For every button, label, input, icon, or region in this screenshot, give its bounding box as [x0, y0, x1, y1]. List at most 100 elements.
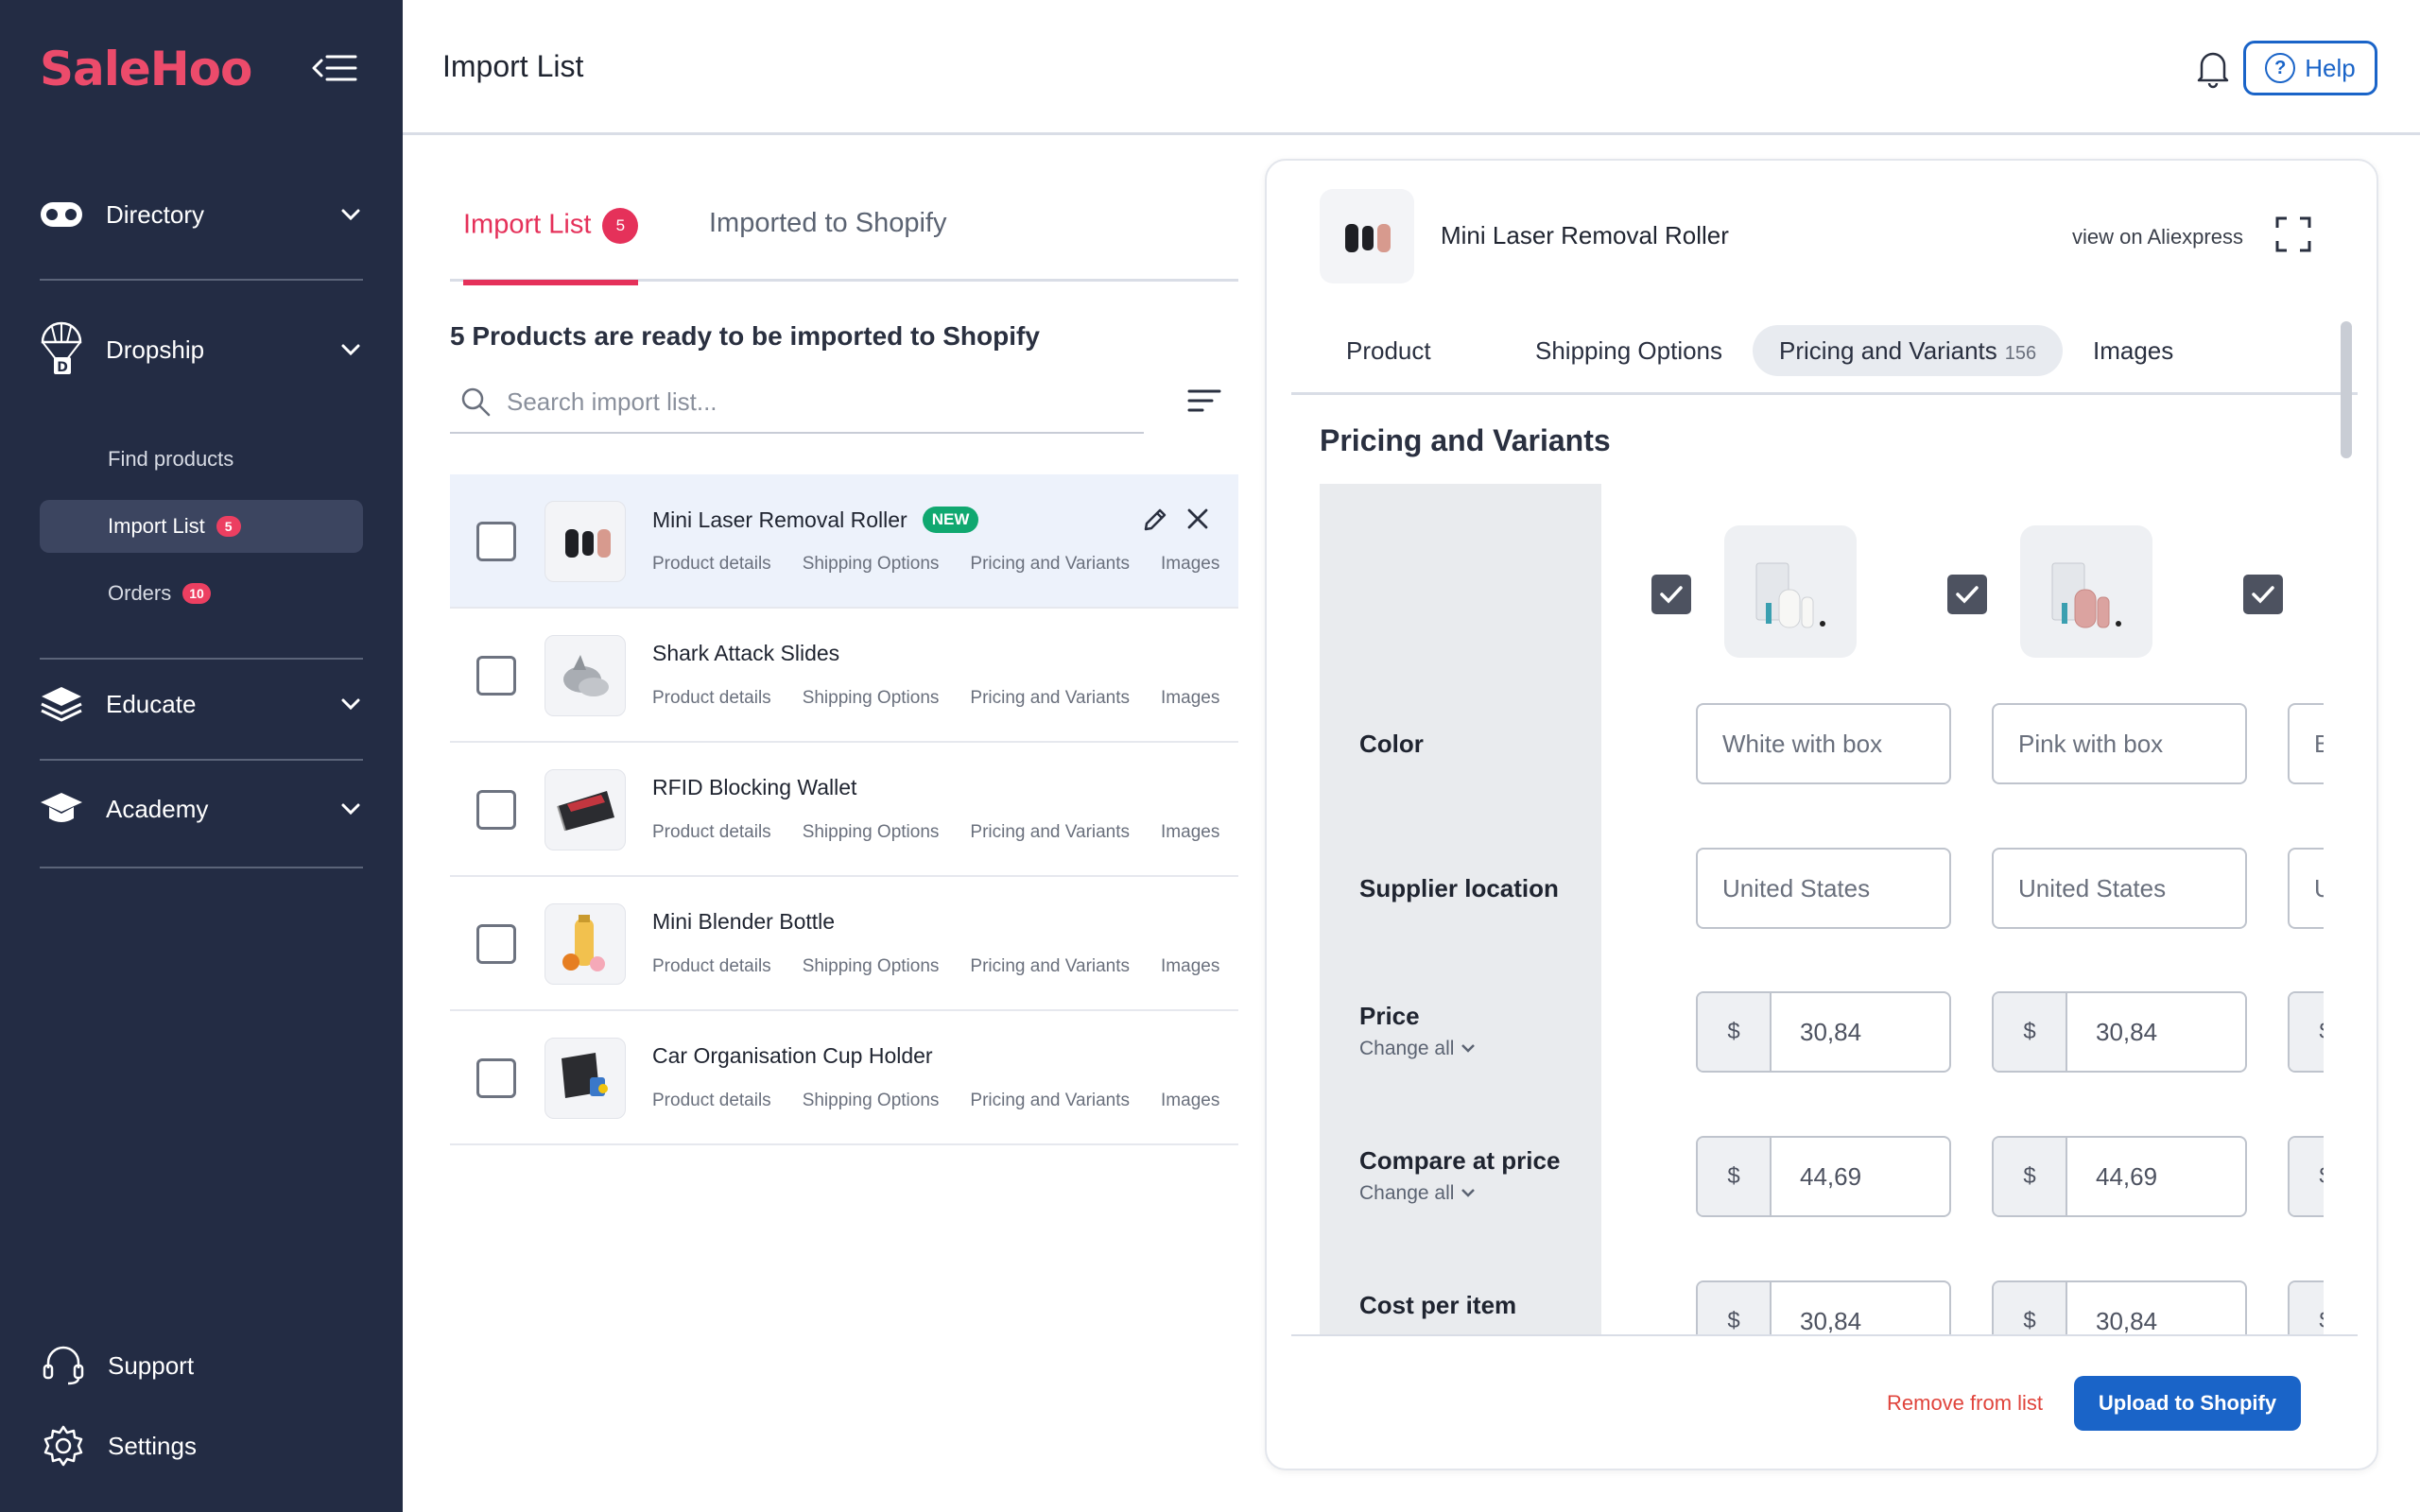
- check-icon: [1660, 586, 1683, 604]
- link-product-details[interactable]: Product details: [652, 822, 771, 843]
- variant-compare-price-input[interactable]: $44,69: [1992, 1136, 2247, 1217]
- link-shipping-options[interactable]: Shipping Options: [803, 956, 940, 977]
- variant-price-input[interactable]: $: [2288, 991, 2324, 1073]
- list-item[interactable]: RFID Blocking Wallet Product details Shi…: [450, 743, 1238, 877]
- sidebar-item-orders[interactable]: Orders 10: [40, 567, 363, 620]
- link-pricing-variants[interactable]: Pricing and Variants: [970, 688, 1130, 709]
- change-all-text: Change all: [1359, 1038, 1455, 1059]
- sidebar-item-label: Import List: [108, 514, 205, 538]
- product-thumbnail: [544, 903, 626, 985]
- row-checkbox[interactable]: [476, 656, 516, 696]
- list-item[interactable]: Shark Attack Slides Product details Ship…: [450, 609, 1238, 743]
- row-checkbox[interactable]: [476, 522, 516, 561]
- tab-product[interactable]: Product: [1320, 325, 1458, 376]
- label-price: Price: [1359, 1002, 1420, 1030]
- tab-pricing-and-variants[interactable]: Pricing and Variants 156: [1753, 325, 2064, 376]
- variant-cost-input[interactable]: $30,84: [1696, 1280, 1951, 1334]
- link-images[interactable]: Images: [1161, 822, 1219, 843]
- view-on-aliexpress-link[interactable]: view on Aliexpress: [2072, 225, 2243, 249]
- upload-to-shopify-button[interactable]: Upload to Shopify: [2074, 1376, 2301, 1431]
- link-pricing-variants[interactable]: Pricing and Variants: [970, 554, 1130, 575]
- variant-location-input[interactable]: United States: [1696, 848, 1951, 929]
- variant-compare-price-input[interactable]: $: [2288, 1136, 2324, 1217]
- salehoo-logo[interactable]: SaleHoo: [40, 42, 252, 96]
- list-item[interactable]: Mini Blender Bottle Product details Ship…: [450, 877, 1238, 1011]
- tab-shipping-options[interactable]: Shipping Options: [1509, 325, 1749, 376]
- help-button[interactable]: ? Help: [2243, 41, 2377, 95]
- link-pricing-variants[interactable]: Pricing and Variants: [970, 956, 1130, 977]
- tab-imported-to-shopify[interactable]: Imported to Shopify: [709, 208, 946, 275]
- product-links: Product details Shipping Options Pricing…: [652, 822, 1219, 843]
- sort-icon[interactable]: [1187, 387, 1221, 414]
- variant-checkbox[interactable]: [1947, 575, 1987, 614]
- row-checkbox[interactable]: [476, 790, 516, 830]
- collapse-menu-icon[interactable]: [312, 49, 359, 87]
- nav-academy[interactable]: Academy: [40, 781, 363, 837]
- variant-checkbox[interactable]: [2243, 575, 2283, 614]
- variant-price-input[interactable]: $30,84: [1696, 991, 1951, 1073]
- list-item[interactable]: Mini Laser Removal Roller NEW Product det…: [450, 474, 1238, 609]
- page-title: Import List: [442, 49, 584, 83]
- variant-color-input[interactable]: Pink with box: [1992, 703, 2247, 784]
- link-shipping-options[interactable]: Shipping Options: [803, 1091, 940, 1111]
- variant-location-input[interactable]: United States: [1992, 848, 2247, 929]
- link-product-details[interactable]: Product details: [652, 956, 771, 977]
- bell-icon[interactable]: [2194, 47, 2232, 89]
- link-pricing-variants[interactable]: Pricing and Variants: [970, 822, 1130, 843]
- change-all-price-dropdown[interactable]: Change all: [1359, 1038, 1477, 1060]
- product-name[interactable]: Shark Attack Slides: [652, 641, 839, 666]
- variant-cost-input[interactable]: $30,84: [1992, 1280, 2247, 1334]
- link-product-details[interactable]: Product details: [652, 554, 771, 575]
- nav-educate[interactable]: Educate: [40, 676, 363, 732]
- row-checkbox[interactable]: [476, 1058, 516, 1098]
- link-shipping-options[interactable]: Shipping Options: [803, 554, 940, 575]
- nav-directory[interactable]: Directory: [40, 186, 363, 243]
- detail-tabs: Product Shipping Options Pricing and Var…: [1291, 312, 2358, 395]
- variant-image: [2020, 525, 2152, 658]
- remove-from-list-button[interactable]: Remove from list: [1887, 1391, 2043, 1416]
- tab-import-list[interactable]: Import List 5: [463, 208, 639, 285]
- tab-images[interactable]: Images: [2066, 325, 2200, 376]
- variant-cost-input[interactable]: $: [2288, 1280, 2324, 1334]
- link-pricing-variants[interactable]: Pricing and Variants: [970, 1091, 1130, 1111]
- product-name[interactable]: Car Organisation Cup Holder: [652, 1043, 933, 1069]
- variant-compare-price-input[interactable]: $44,69: [1696, 1136, 1951, 1217]
- link-shipping-options[interactable]: Shipping Options: [803, 822, 940, 843]
- vertical-scrollbar[interactable]: [2341, 321, 2352, 458]
- ready-count-text: 5 Products are ready to be imported to S…: [450, 321, 1040, 351]
- check-icon: [2252, 586, 2274, 604]
- variant-color-input[interactable]: Black with box: [2288, 703, 2324, 784]
- close-icon[interactable]: [1185, 507, 1210, 531]
- variant-color-input[interactable]: White with box: [1696, 703, 1951, 784]
- variant-price-input[interactable]: $30,84: [1992, 991, 2247, 1073]
- link-images[interactable]: Images: [1161, 1091, 1219, 1111]
- link-product-details[interactable]: Product details: [652, 1091, 771, 1111]
- mask-icon: [40, 193, 83, 236]
- nav-dropship[interactable]: D Dropship: [40, 321, 363, 378]
- link-images[interactable]: Images: [1161, 554, 1219, 575]
- variant-location-input[interactable]: United States: [2288, 848, 2324, 929]
- section-title: Pricing and Variants: [1320, 423, 1611, 457]
- link-images[interactable]: Images: [1161, 688, 1219, 709]
- product-name[interactable]: RFID Blocking Wallet: [652, 775, 856, 800]
- search-input[interactable]: [507, 387, 1074, 417]
- link-product-details[interactable]: Product details: [652, 688, 771, 709]
- tab-label: Shipping Options: [1535, 336, 1723, 365]
- sidebar-item-settings[interactable]: Settings: [40, 1422, 197, 1469]
- product-name-text: Mini Blender Bottle: [652, 909, 836, 934]
- product-name[interactable]: Mini Laser Removal Roller NEW: [652, 507, 979, 533]
- sidebar-item-import-list[interactable]: Import List 5: [40, 500, 363, 553]
- link-shipping-options[interactable]: Shipping Options: [803, 688, 940, 709]
- pencil-icon[interactable]: [1142, 507, 1168, 533]
- chevron-down-icon: [338, 337, 363, 362]
- list-item[interactable]: Car Organisation Cup Holder Product deta…: [450, 1011, 1238, 1145]
- row-checkbox[interactable]: [476, 924, 516, 964]
- sidebar-item-support[interactable]: Support: [40, 1342, 194, 1389]
- link-images[interactable]: Images: [1161, 956, 1219, 977]
- product-thumbnail: [544, 1038, 626, 1119]
- change-all-compare-dropdown[interactable]: Change all: [1359, 1182, 1477, 1205]
- sidebar-item-find-products[interactable]: Find products: [40, 433, 363, 486]
- expand-icon[interactable]: [2274, 215, 2312, 253]
- variant-checkbox[interactable]: [1651, 575, 1691, 614]
- product-name[interactable]: Mini Blender Bottle: [652, 909, 835, 935]
